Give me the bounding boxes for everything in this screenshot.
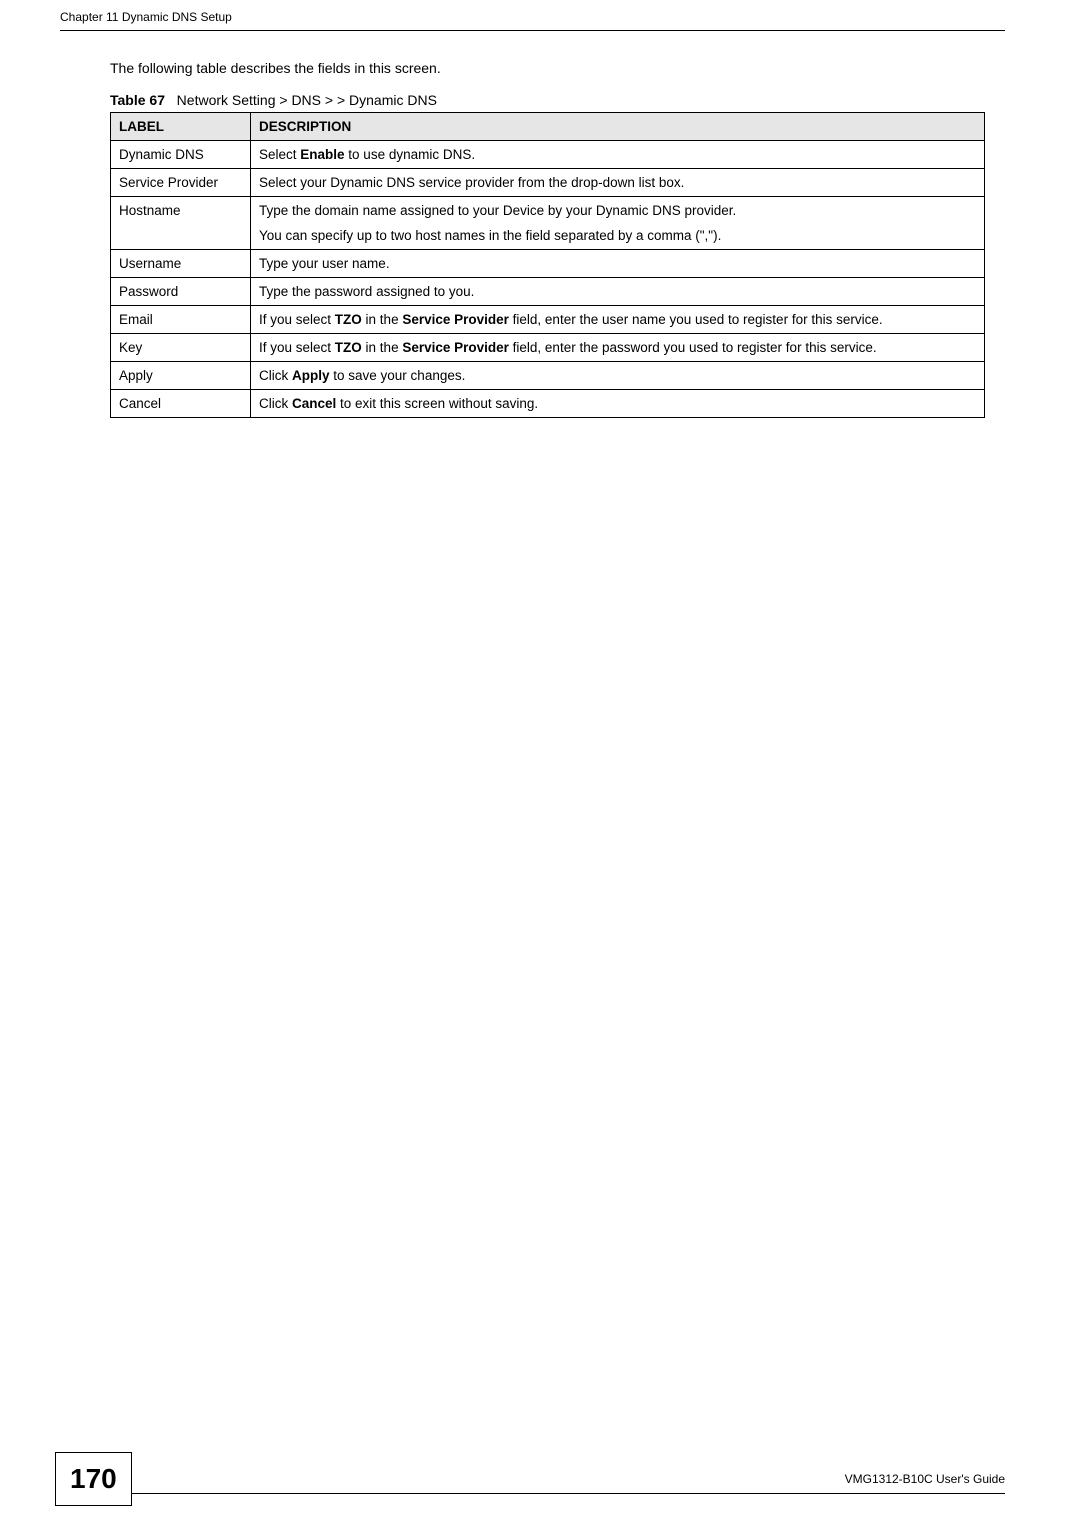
page-footer: 170 VMG1312-B10C User's Guide: [0, 1493, 1065, 1494]
table-row: CancelClick Cancel to exit this screen w…: [111, 390, 985, 418]
description-text: to use dynamic DNS.: [345, 147, 476, 162]
header-description: DESCRIPTION: [251, 113, 985, 141]
description-text: Cancel: [292, 396, 336, 411]
table-row: Password Type the password assigned to yo…: [111, 278, 985, 306]
footer-rule: [120, 1493, 1005, 1494]
table-row: ApplyClick Apply to save your changes.: [111, 362, 985, 390]
content-area: The following table describes the fields…: [110, 60, 985, 418]
row-label: Username: [111, 250, 251, 278]
row-description: Type the domain name assigned to your De…: [251, 197, 985, 250]
description-text: field, enter the user name you used to r…: [509, 312, 883, 327]
description-table: LABEL DESCRIPTION Dynamic DNSSelect Enab…: [110, 112, 985, 418]
row-description: If you select TZO in the Service Provide…: [251, 334, 985, 362]
row-label: Password: [111, 278, 251, 306]
row-description: Select your Dynamic DNS service provider…: [251, 169, 985, 197]
description-text: in the: [362, 312, 403, 327]
page-number: 170: [55, 1452, 132, 1506]
row-description: Select Enable to use dynamic DNS.: [251, 141, 985, 169]
header-rule: [60, 30, 1005, 31]
row-label: Service Provider: [111, 169, 251, 197]
row-label: Cancel: [111, 390, 251, 418]
description-text: in the: [362, 340, 403, 355]
page-header-chapter: Chapter 11 Dynamic DNS Setup: [60, 10, 232, 24]
description-text: TZO: [335, 312, 362, 327]
description-text: to exit this screen without saving.: [336, 396, 538, 411]
table-caption-text: Network Setting > DNS > > Dynamic DNS: [177, 92, 437, 108]
description-text: Type the domain name assigned to your De…: [259, 203, 736, 218]
table-caption-prefix: Table 67: [110, 92, 165, 108]
description-text: TZO: [335, 340, 362, 355]
table-row: Hostname Type the domain name assigned to…: [111, 197, 985, 250]
description-paragraph: Type the domain name assigned to your De…: [259, 203, 976, 218]
table-row: Username Type your user name.: [111, 250, 985, 278]
description-text: Apply: [292, 368, 330, 383]
description-text: Select: [259, 147, 300, 162]
description-text: Service Provider: [402, 312, 509, 327]
row-label: Dynamic DNS: [111, 141, 251, 169]
row-description: Click Cancel to exit this screen without…: [251, 390, 985, 418]
description-text: Type the password assigned to you.: [259, 284, 474, 299]
table-row: EmailIf you select TZO in the Service Pr…: [111, 306, 985, 334]
description-text: to save your changes.: [330, 368, 466, 383]
header-label: LABEL: [111, 113, 251, 141]
table-row: Dynamic DNSSelect Enable to use dynamic …: [111, 141, 985, 169]
description-text: Select your Dynamic DNS service provider…: [259, 175, 684, 190]
footer-guide-title: VMG1312-B10C User's Guide: [845, 1472, 1005, 1486]
description-text: Click: [259, 368, 292, 383]
table-row: KeyIf you select TZO in the Service Prov…: [111, 334, 985, 362]
description-paragraph: You can specify up to two host names in …: [259, 228, 976, 243]
row-description: Click Apply to save your changes.: [251, 362, 985, 390]
row-description: Type the password assigned to you.: [251, 278, 985, 306]
description-text: If you select: [259, 340, 335, 355]
table-caption: Table 67 Network Setting > DNS > > Dynam…: [110, 92, 985, 108]
row-label: Apply: [111, 362, 251, 390]
description-text: If you select: [259, 312, 335, 327]
row-label: Key: [111, 334, 251, 362]
row-description: If you select TZO in the Service Provide…: [251, 306, 985, 334]
row-label: Hostname: [111, 197, 251, 250]
description-text: field, enter the password you used to re…: [509, 340, 877, 355]
description-text: Type your user name.: [259, 256, 390, 271]
description-text: Enable: [300, 147, 344, 162]
description-text: Service Provider: [402, 340, 509, 355]
intro-text: The following table describes the fields…: [110, 60, 985, 76]
row-description: Type your user name.: [251, 250, 985, 278]
table-row: Service Provider Select your Dynamic DNS …: [111, 169, 985, 197]
table-header-row: LABEL DESCRIPTION: [111, 113, 985, 141]
row-label: Email: [111, 306, 251, 334]
description-text: Click: [259, 396, 292, 411]
description-text: You can specify up to two host names in …: [259, 228, 721, 243]
